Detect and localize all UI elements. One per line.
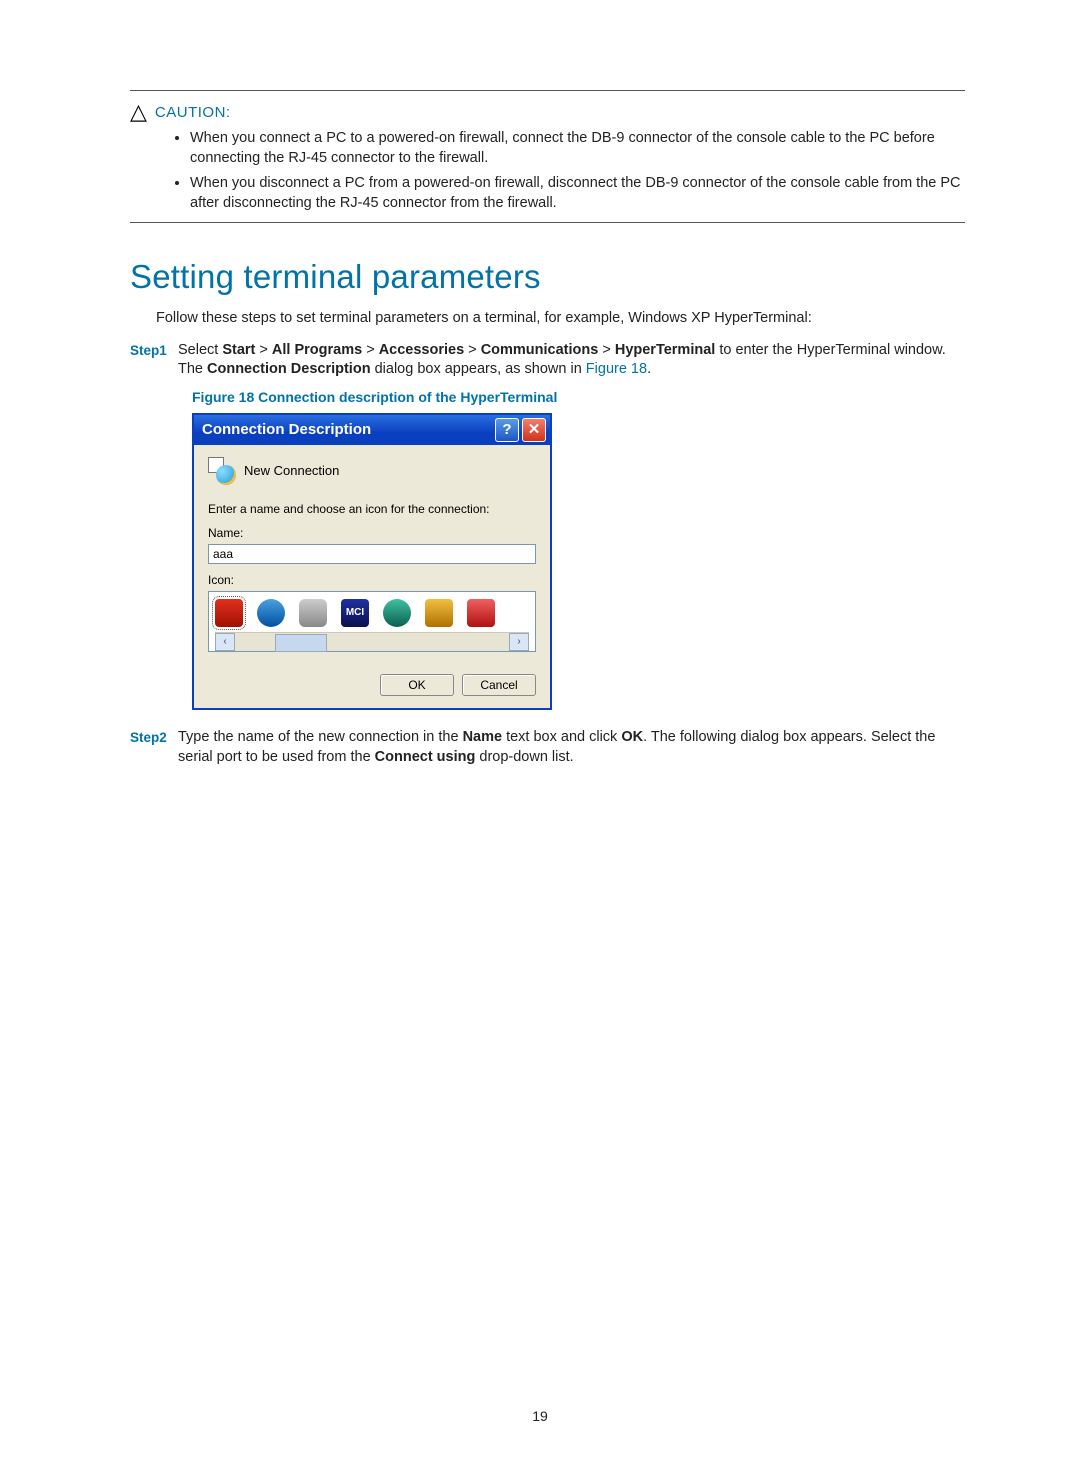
caution-item: When you connect a PC to a powered-on fi… bbox=[190, 129, 965, 168]
icon-option-mci[interactable]: MCI bbox=[341, 599, 369, 627]
ok-button[interactable]: OK bbox=[380, 674, 454, 696]
text: > bbox=[464, 342, 481, 358]
name-input[interactable] bbox=[208, 544, 536, 564]
ui-ref: Connect using bbox=[375, 749, 476, 765]
figure-link[interactable]: Figure 18 bbox=[586, 361, 647, 377]
chevron-right-icon: › bbox=[517, 635, 520, 649]
menu-path: Start bbox=[222, 342, 255, 358]
step-body: Select Start > All Programs > Accessorie… bbox=[178, 341, 965, 380]
step-label: Step1 bbox=[130, 341, 178, 360]
text: > bbox=[598, 342, 615, 358]
step-label: Step2 bbox=[130, 728, 178, 747]
icon-label: Icon: bbox=[208, 572, 536, 588]
menu-path: HyperTerminal bbox=[615, 342, 715, 358]
help-button[interactable]: ? bbox=[495, 418, 519, 442]
icon-option-globe-teal[interactable] bbox=[383, 599, 411, 627]
figure-caption: Figure 18 Connection description of the … bbox=[192, 388, 965, 407]
dialog-titlebar: Connection Description ? ✕ bbox=[194, 415, 550, 445]
text: . bbox=[647, 361, 651, 377]
icon-option-globe-blue[interactable] bbox=[257, 599, 285, 627]
text: > bbox=[255, 342, 272, 358]
divider bbox=[130, 222, 965, 223]
ui-ref: Name bbox=[463, 729, 503, 745]
scroll-thumb[interactable] bbox=[275, 634, 327, 652]
text: > bbox=[362, 342, 379, 358]
close-icon: ✕ bbox=[528, 420, 541, 440]
caution-list: When you connect a PC to a powered-on fi… bbox=[172, 129, 965, 213]
cancel-button[interactable]: Cancel bbox=[462, 674, 536, 696]
text: Select bbox=[178, 342, 222, 358]
section-heading: Setting terminal parameters bbox=[130, 255, 965, 300]
scroll-right-button[interactable]: › bbox=[509, 633, 529, 651]
scroll-track[interactable] bbox=[235, 634, 509, 650]
menu-path: Communications bbox=[481, 342, 599, 358]
name-label: Name: bbox=[208, 525, 536, 541]
step-2: Step2 Type the name of the new connectio… bbox=[130, 728, 965, 767]
icon-picker: MCI ‹ › bbox=[208, 591, 536, 652]
caution-label: CAUTION: bbox=[155, 101, 231, 123]
close-button[interactable]: ✕ bbox=[522, 418, 546, 442]
divider bbox=[130, 90, 965, 91]
text: text box and click bbox=[502, 729, 621, 745]
new-connection-label: New Connection bbox=[244, 462, 339, 480]
icon-scrollbar[interactable]: ‹ › bbox=[215, 632, 529, 651]
intro-text: Follow these steps to set terminal param… bbox=[156, 309, 965, 329]
icon-option-handset[interactable] bbox=[467, 599, 495, 627]
icon-option-phone-red[interactable] bbox=[215, 599, 243, 627]
help-icon: ? bbox=[502, 420, 511, 440]
menu-path: All Programs bbox=[272, 342, 362, 358]
dialog-name: Connection Description bbox=[207, 361, 371, 377]
step-1: Step1 Select Start > All Programs > Acce… bbox=[130, 341, 965, 380]
warning-icon: △ bbox=[130, 101, 147, 123]
text: Type the name of the new connection in t… bbox=[178, 729, 463, 745]
icon-option-modem[interactable] bbox=[299, 599, 327, 627]
mci-icon-label: MCI bbox=[346, 606, 364, 620]
icon-option-phone-gold[interactable] bbox=[425, 599, 453, 627]
new-connection-icon bbox=[208, 457, 236, 485]
connection-description-dialog: Connection Description ? ✕ New Connectio… bbox=[192, 413, 552, 711]
chevron-left-icon: ‹ bbox=[223, 635, 226, 649]
scroll-left-button[interactable]: ‹ bbox=[215, 633, 235, 651]
dialog-title: Connection Description bbox=[202, 420, 492, 440]
caution-item: When you disconnect a PC from a powered-… bbox=[190, 174, 965, 213]
menu-path: Accessories bbox=[379, 342, 464, 358]
step-body: Type the name of the new connection in t… bbox=[178, 728, 965, 767]
text: drop-down list. bbox=[475, 749, 573, 765]
ui-ref: OK bbox=[621, 729, 643, 745]
caution-block: △ CAUTION: When you connect a PC to a po… bbox=[130, 90, 965, 223]
page-number: 19 bbox=[0, 1407, 1080, 1426]
text: dialog box appears, as shown in bbox=[371, 361, 586, 377]
dialog-prompt: Enter a name and choose an icon for the … bbox=[208, 501, 536, 517]
